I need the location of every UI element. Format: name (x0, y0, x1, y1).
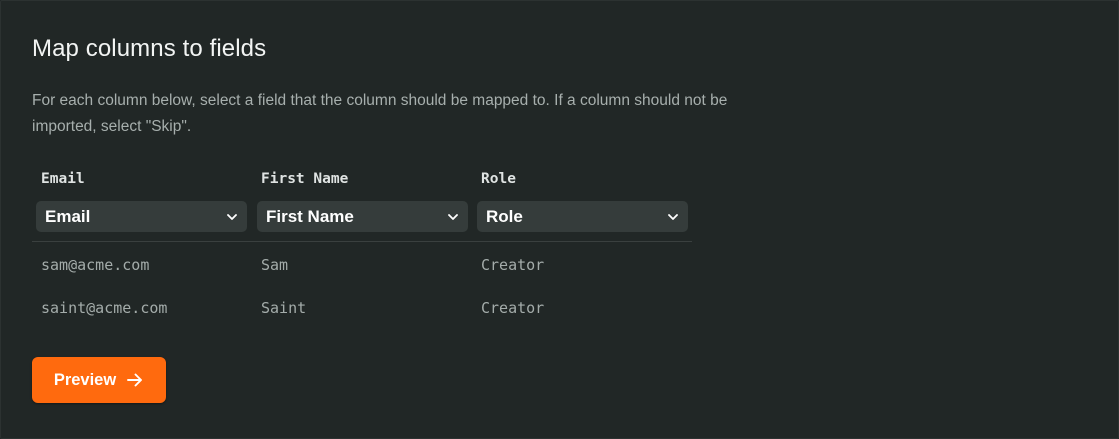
field-select-first-name[interactable]: First Name (257, 201, 468, 232)
table-cell-role: Creator (481, 256, 545, 274)
table-cell-role: Creator (481, 299, 545, 317)
arrow-right-icon (127, 373, 143, 387)
column-header-email: Email (41, 171, 85, 187)
header-divider (32, 241, 692, 242)
table-row: saint@acme.com Saint Creator (32, 299, 692, 321)
column-headers: Email First Name Role (32, 171, 692, 191)
table-cell-email: sam@acme.com (41, 256, 150, 274)
chevron-down-icon (448, 213, 458, 220)
field-select-value: First Name (266, 206, 354, 226)
column-header-first-name: First Name (261, 171, 349, 187)
field-select-value: Email (45, 206, 91, 226)
column-header-role: Role (481, 171, 516, 187)
field-select-email[interactable]: Email (36, 201, 247, 232)
table-cell-first-name: Saint (261, 299, 307, 317)
chevron-down-icon (227, 213, 237, 220)
page-description: For each column below, select a field th… (32, 92, 728, 135)
table-cell-first-name: Sam (261, 256, 289, 274)
field-select-value: Role (486, 206, 523, 226)
preview-button-label: Preview (53, 370, 117, 389)
import-mapping-panel: Map columns to fields For each column be… (0, 0, 1119, 439)
chevron-down-icon (668, 213, 678, 220)
page-title: Map columns to fields (32, 35, 267, 62)
field-select-role[interactable]: Role (477, 201, 688, 232)
table-cell-email: saint@acme.com (41, 299, 168, 317)
preview-button[interactable]: Preview (32, 357, 166, 403)
table-row: sam@acme.com Sam Creator (32, 256, 692, 278)
